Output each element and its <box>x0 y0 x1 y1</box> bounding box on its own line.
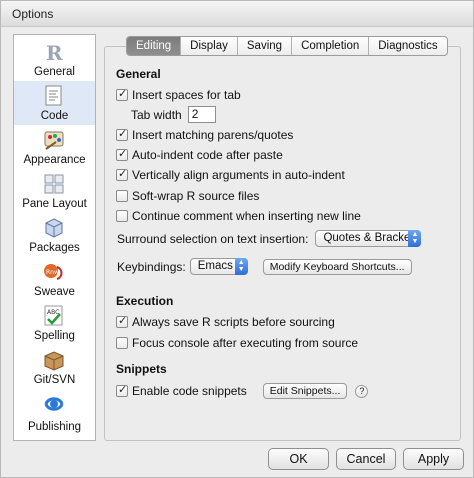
options-sidebar: R General Code Appearance Pane Layout Pa… <box>13 34 96 441</box>
sidebar-item-label: Code <box>40 110 69 122</box>
tab-bar: Editing Display Saving Completion Diagno… <box>126 36 448 56</box>
matching-parens-label: Insert matching parens/quotes <box>132 128 294 142</box>
surround-selection-value: Quotes & Brackets <box>323 232 420 244</box>
tab-completion[interactable]: Completion <box>291 37 368 55</box>
always-save-row[interactable]: Always save R scripts before sourcing <box>116 314 335 329</box>
sidebar-item-label: Appearance <box>23 154 86 166</box>
window-title: Options <box>12 7 54 21</box>
chevron-updown-icon: ▲ ▼ <box>408 230 422 247</box>
section-heading-snippets: Snippets <box>116 362 167 376</box>
enable-snippets-row: Enable code snippets Edit Snippets... ? <box>116 383 369 399</box>
keybindings-row: Keybindings: Emacs ▲ ▼ Modify Keyboard Sh… <box>117 258 412 275</box>
always-save-label: Always save R scripts before sourcing <box>132 315 335 329</box>
spellcheck-abc-icon: ABC <box>42 305 66 327</box>
focus-console-label: Focus console after executing from sourc… <box>132 336 359 350</box>
focus-console-checkbox[interactable] <box>116 337 128 349</box>
vertically-align-checkbox[interactable] <box>116 167 128 181</box>
keybindings-value: Emacs <box>197 260 233 272</box>
modify-keyboard-shortcuts-button[interactable]: Modify Keyboard Shortcuts... <box>262 258 412 275</box>
pane-layout-icon <box>42 173 66 195</box>
soft-wrap-checkbox[interactable] <box>116 190 128 202</box>
tab-diagnostics[interactable]: Diagnostics <box>368 37 446 55</box>
sidebar-item-pane-layout[interactable]: Pane Layout <box>14 169 95 213</box>
soft-wrap-label: Soft-wrap R source files <box>132 189 260 203</box>
enable-snippets-label: Enable code snippets <box>132 384 247 398</box>
sidebar-item-label: Publishing <box>27 421 82 433</box>
auto-indent-label: Auto-indent code after paste <box>132 148 283 162</box>
section-heading-general: General <box>116 67 161 81</box>
tab-saving[interactable]: Saving <box>236 37 291 55</box>
tab-width-input[interactable]: 2 <box>187 106 216 123</box>
sidebar-item-label: General <box>34 66 75 78</box>
continue-comment-row[interactable]: Continue comment when inserting new line <box>116 209 361 223</box>
code-document-icon <box>42 85 66 107</box>
sidebar-item-label: Packages <box>29 242 80 254</box>
packages-icon <box>42 217 66 239</box>
vertically-align-row[interactable]: Vertically align arguments in auto-inden… <box>116 167 345 182</box>
chevron-updown-icon: ▲ ▼ <box>234 258 248 275</box>
surround-selection-select[interactable]: Quotes & Brackets ▲ ▼ <box>315 230 422 247</box>
keybindings-label: Keybindings: <box>117 259 186 274</box>
vertically-align-label: Vertically align arguments in auto-inden… <box>132 168 345 182</box>
section-heading-execution: Execution <box>116 294 174 308</box>
help-question-icon[interactable]: ? <box>355 384 369 398</box>
options-dialog: Options R General Code Appearance Pane L <box>0 0 474 478</box>
insert-spaces-label: Insert spaces for tab <box>132 88 241 102</box>
tab-width-label: Tab width <box>131 107 182 122</box>
paint-palette-icon <box>42 129 66 151</box>
svg-text:Rnw: Rnw <box>46 269 59 276</box>
matching-parens-row[interactable]: Insert matching parens/quotes <box>116 127 294 142</box>
focus-console-row[interactable]: Focus console after executing from sourc… <box>116 336 358 350</box>
auto-indent-checkbox[interactable] <box>116 147 128 161</box>
auto-indent-row[interactable]: Auto-indent code after paste <box>116 147 283 162</box>
tab-editing[interactable]: Editing <box>127 37 181 55</box>
git-box-icon <box>42 349 66 371</box>
title-bar: Options <box>1 1 473 27</box>
sidebar-item-general[interactable]: R General <box>14 37 95 81</box>
continue-comment-checkbox[interactable] <box>116 210 128 222</box>
cancel-button[interactable]: Cancel <box>336 448 396 470</box>
sweave-pdf-icon: Rnw <box>42 261 66 283</box>
r-logo-icon: R <box>42 41 66 65</box>
surround-selection-row: Surround selection on text insertion: Qu… <box>117 230 422 247</box>
edit-snippets-button[interactable]: Edit Snippets... <box>262 383 348 399</box>
sidebar-item-appearance[interactable]: Appearance <box>14 125 95 169</box>
sidebar-item-packages[interactable]: Packages <box>14 213 95 257</box>
keybindings-select[interactable]: Emacs ▲ ▼ <box>189 258 248 275</box>
tab-width-row: Tab width 2 <box>131 106 216 123</box>
sidebar-item-label: Git/SVN <box>33 374 76 386</box>
svg-text:R: R <box>46 41 63 63</box>
sidebar-item-publishing[interactable]: Publishing <box>14 389 95 439</box>
insert-spaces-row[interactable]: Insert spaces for tab <box>116 87 241 102</box>
soft-wrap-row[interactable]: Soft-wrap R source files <box>116 189 259 203</box>
sidebar-item-sweave[interactable]: Rnw Sweave <box>14 257 95 301</box>
sidebar-item-label: Sweave <box>34 286 75 298</box>
matching-parens-checkbox[interactable] <box>116 127 128 141</box>
tab-display[interactable]: Display <box>180 37 237 55</box>
always-save-checkbox[interactable] <box>116 314 128 328</box>
surround-selection-label: Surround selection on text insertion: <box>117 231 309 246</box>
sidebar-item-code[interactable]: Code <box>14 81 95 125</box>
svg-text:ABC: ABC <box>47 309 59 316</box>
ok-button[interactable]: OK <box>268 448 329 470</box>
continue-comment-label: Continue comment when inserting new line <box>132 209 361 223</box>
apply-button[interactable]: Apply <box>403 448 464 470</box>
sidebar-item-git-svn[interactable]: Git/SVN <box>14 345 95 389</box>
insert-spaces-checkbox[interactable] <box>116 87 128 101</box>
publishing-icon <box>42 393 66 415</box>
sidebar-item-label: Spelling <box>34 330 75 342</box>
enable-snippets-checkbox[interactable] <box>116 383 128 397</box>
sidebar-item-label: Pane Layout <box>22 198 87 210</box>
sidebar-item-spelling[interactable]: ABC Spelling <box>14 301 95 345</box>
